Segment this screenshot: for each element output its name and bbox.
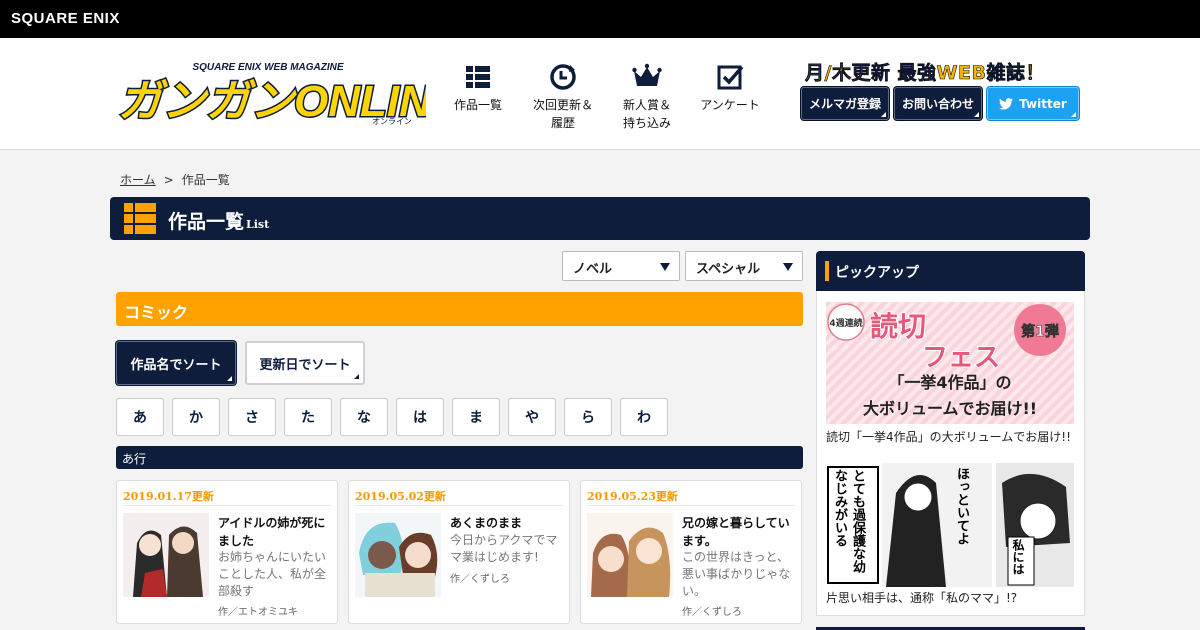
kana-button-ma[interactable]: ま	[452, 398, 500, 436]
breadcrumb-current: 作品一覧	[181, 173, 230, 187]
mailmag-button[interactable]: メルマガ登録	[801, 87, 889, 120]
site-header: SQUARE ENIX WEB MAGAZINE ガンガンONLINE オンライ…	[0, 38, 1200, 150]
work-title: 兄の嫁と暮らしています。	[682, 516, 790, 548]
gangan-online-logo-icon: SQUARE ENIX WEB MAGAZINE ガンガンONLINE オンライ…	[110, 58, 426, 126]
kana-button-ta[interactable]: た	[284, 398, 332, 436]
kana-button-ya[interactable]: や	[508, 398, 556, 436]
work-description: お姉ちゃんにいたいことした人、私が全部殺す	[218, 550, 327, 598]
header-tagline: 月/木更新 最強WEB雑誌！	[805, 62, 1045, 85]
page-title-bar: 作品一覧 List	[110, 197, 1090, 240]
twitter-button[interactable]: Twitter	[987, 87, 1079, 120]
banner-speech-2: 私には	[1011, 539, 1025, 575]
breadcrumb: ホーム > 作品一覧	[120, 171, 230, 188]
pickup-banner-oneshot-fest[interactable]: 4週連続 読切 フェス 第1弾 「一挙4作品」の 大ボリュームでお届け!!	[826, 302, 1074, 424]
nav-label: 新人賞＆ 持ち込み	[622, 98, 671, 130]
update-date: 2019.05.23更新	[587, 490, 678, 503]
pickup-caption[interactable]: 読切「一挙4作品」の大ボリュームでお届け!!	[826, 428, 1071, 445]
special-select[interactable]: スペシャル	[685, 251, 803, 281]
kana-button-sa[interactable]: さ	[228, 398, 276, 436]
banner-text-vertical: とても過保護な幼なじみがいる	[832, 469, 865, 573]
breadcrumb-separator: >	[163, 173, 174, 187]
kana-button-na[interactable]: な	[340, 398, 388, 436]
nav-newcomer-award[interactable]: 新人賞＆ 持ち込み	[602, 62, 692, 132]
nav-survey[interactable]: アンケート	[685, 62, 775, 114]
nav-label: 次回更新＆ 履歴	[532, 98, 593, 130]
nav-works-list[interactable]: 作品一覧	[433, 62, 523, 114]
kana-button-ha[interactable]: は	[396, 398, 444, 436]
logo-kana: オンライン	[372, 117, 412, 126]
dropdown-arrow-icon	[783, 263, 793, 271]
crown-icon	[632, 63, 662, 86]
work-card[interactable]: 2019.01.17更新 アイドルの姉が死にました お姉ちゃんにいたいことした人…	[116, 480, 338, 624]
work-thumbnail	[123, 513, 209, 597]
kana-button-wa[interactable]: わ	[620, 398, 668, 436]
work-description: この世界はきっと、悪い事ばかりじゃない。	[682, 550, 791, 598]
comic-section-header: コミック	[116, 292, 803, 326]
breadcrumb-home-link[interactable]: ホーム	[120, 173, 156, 187]
banner-badge: 4週連続	[829, 317, 862, 329]
work-author: 作／エトオミユキ	[218, 607, 298, 618]
page-title: 作品一覧 List	[168, 211, 270, 233]
nav-label: 作品一覧	[453, 98, 502, 112]
novel-select[interactable]: ノベル	[562, 251, 680, 281]
nav-next-update[interactable]: 次回更新＆ 履歴	[518, 62, 608, 132]
logo-subtitle: SQUARE ENIX WEB MAGAZINE	[192, 62, 343, 73]
sort-by-name-button[interactable]: 作品名でソート	[116, 341, 236, 385]
banner-speech: ほっといてよ	[954, 467, 969, 545]
banner-line-1: 「一挙4作品」の	[888, 373, 1011, 392]
work-author: 作／くずしろ	[450, 574, 510, 585]
work-author: 作／くずしろ	[682, 607, 742, 618]
update-date: 2019.05.02更新	[355, 490, 446, 503]
pickup-banner-manga[interactable]: とても過保護な幼なじみがいる ほっといてよ 私には	[826, 463, 1074, 587]
banner-volume: 第1弾	[1021, 323, 1059, 340]
work-thumbnail	[355, 513, 441, 597]
twitter-bird-icon	[999, 97, 1014, 110]
nav-label: アンケート	[700, 98, 760, 112]
kana-button-ra[interactable]: ら	[564, 398, 612, 436]
work-description: 今日からアクマでママ業はじめます!	[450, 533, 558, 564]
pickup-caption[interactable]: 片思い相手は、通称「私のママ」!?	[826, 589, 1017, 606]
square-enix-logo[interactable]: SQUARE ENIX	[11, 10, 120, 27]
row-group-label: あ行	[116, 446, 803, 469]
pickup-heading: ピックアップ	[816, 251, 1085, 291]
work-thumbnail	[587, 513, 673, 597]
work-card[interactable]: 2019.05.02更新 あくまのまま 今日からアクマでママ業はじめます! 作／…	[348, 480, 570, 624]
work-title: アイドルの姉が死にました	[218, 516, 326, 548]
sort-by-date-button[interactable]: 更新日でソート	[245, 341, 365, 385]
update-date: 2019.01.17更新	[123, 490, 214, 503]
list-grid-icon	[466, 66, 490, 88]
banner-title-1: 読切	[870, 310, 926, 343]
list-grid-icon	[124, 203, 156, 234]
clock-refresh-icon	[550, 64, 576, 90]
corporate-bar: SQUARE ENIX	[0, 0, 1200, 38]
site-logo[interactable]: SQUARE ENIX WEB MAGAZINE ガンガンONLINE オンライ…	[110, 58, 426, 126]
kana-button-a[interactable]: あ	[116, 398, 164, 436]
banner-title-2: フェス	[922, 343, 1000, 373]
work-title: あくまのまま	[450, 516, 523, 530]
kana-button-ka[interactable]: か	[172, 398, 220, 436]
dropdown-arrow-icon	[660, 263, 670, 271]
checkbox-icon	[717, 65, 744, 90]
work-card[interactable]: 2019.05.23更新 兄の嫁と暮らしています。 この世界はきっと、悪い事ばか…	[580, 480, 802, 624]
contact-button[interactable]: お問い合わせ	[894, 87, 982, 120]
banner-line-2: 大ボリュームでお届け!!	[863, 399, 1037, 418]
